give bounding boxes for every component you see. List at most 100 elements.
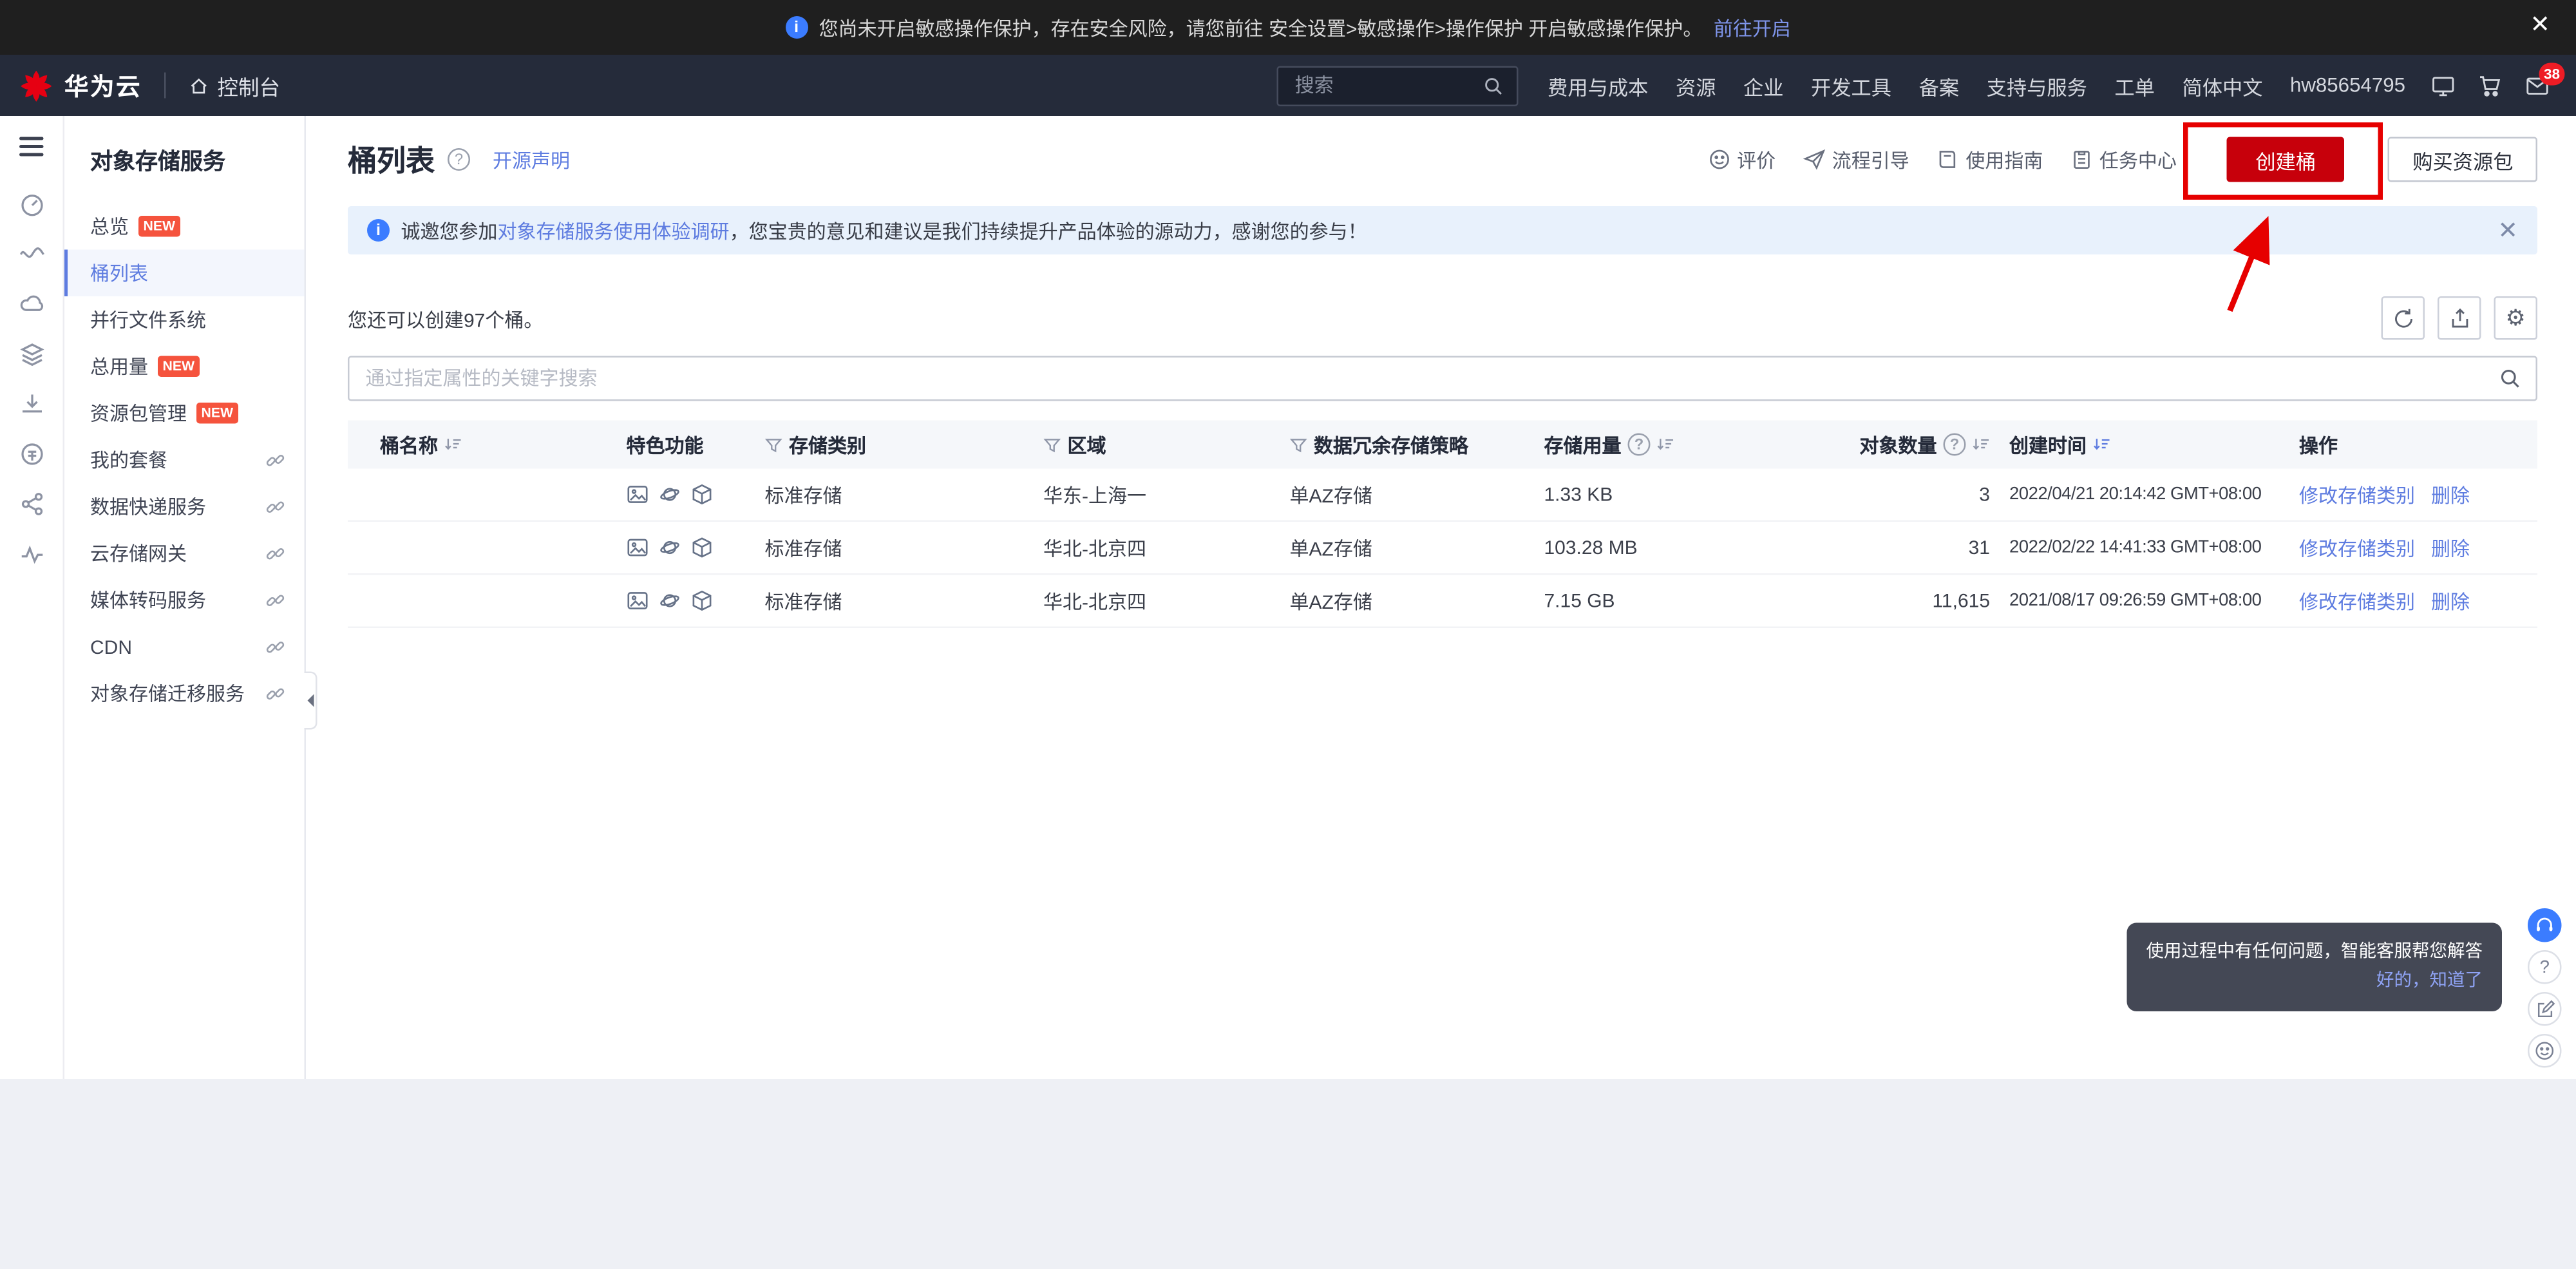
flow-guide-button[interactable]: 流程引导 <box>1803 146 1909 173</box>
satisfaction-button[interactable] <box>2528 1034 2562 1068</box>
help-float-button[interactable]: ? <box>2528 950 2562 984</box>
external-link-icon <box>266 544 285 563</box>
globe-feature-icon[interactable] <box>659 483 681 506</box>
banner-close-icon[interactable]: ✕ <box>2498 218 2518 243</box>
col-redundancy[interactable]: 数据冗余存储策略 <box>1289 431 1544 459</box>
col-region[interactable]: 区域 <box>1043 431 1290 459</box>
sidebar-item-package-mgmt[interactable]: 资源包管理 NEW <box>64 390 305 437</box>
delete-link[interactable]: 删除 <box>2431 537 2470 560</box>
nav-language[interactable]: 简体中文 <box>2182 70 2262 101</box>
feedback-button[interactable] <box>2528 992 2562 1026</box>
rail-dashboard-icon[interactable] <box>19 192 44 218</box>
col-storage-class[interactable]: 存储类别 <box>764 431 1044 459</box>
nav-ticket[interactable]: 工单 <box>2114 70 2155 101</box>
sidebar-item-media-transcode[interactable]: 媒体转码服务 <box>64 577 305 624</box>
sidebar-item-storage-gateway[interactable]: 云存储网关 <box>64 530 305 577</box>
sidebar-item-oms[interactable]: 对象存储迁移服务 <box>64 670 305 717</box>
user-guide-button[interactable]: 使用指南 <box>1937 146 2043 173</box>
rail-layers-icon[interactable] <box>19 341 44 367</box>
nav-enterprise[interactable]: 企业 <box>1743 70 1784 101</box>
export-button[interactable] <box>2438 296 2481 340</box>
filter-icon[interactable] <box>764 435 783 453</box>
nav-devtools[interactable]: 开发工具 <box>1811 70 1891 101</box>
sidebar-item-data-express[interactable]: 数据快递服务 <box>64 483 305 530</box>
help-icon[interactable]: ? <box>448 148 470 171</box>
image-feature-icon[interactable] <box>627 537 649 559</box>
search-icon[interactable] <box>2485 367 2536 390</box>
filter-search-input[interactable] <box>349 367 2485 390</box>
enable-protection-link[interactable]: 前往开启 <box>1714 14 1791 41</box>
global-search-input[interactable] <box>1291 72 1484 99</box>
image-feature-icon[interactable] <box>627 589 649 612</box>
nav-resources[interactable]: 资源 <box>1676 70 1716 101</box>
brand[interactable]: 华为云 <box>19 68 142 102</box>
rail-download-icon[interactable] <box>19 392 44 417</box>
delete-link[interactable]: 删除 <box>2431 590 2470 613</box>
sidebar-item-bucket-list[interactable]: 桶列表 <box>64 249 305 296</box>
sidebar-item-total-usage[interactable]: 总用量 NEW <box>64 343 305 390</box>
global-search[interactable] <box>1277 65 1519 106</box>
sort-icon[interactable] <box>1657 437 1675 453</box>
rail-billing-icon[interactable] <box>19 441 44 467</box>
sidebar-item-overview[interactable]: 总览 NEW <box>64 203 305 250</box>
modify-class-link[interactable]: 修改存储类别 <box>2299 537 2415 560</box>
filter-icon[interactable] <box>1289 435 1308 453</box>
rail-monitor-icon[interactable] <box>19 242 44 267</box>
box-feature-icon[interactable] <box>691 589 714 612</box>
assistant-confirm-link[interactable]: 好的，知道了 <box>2146 967 2483 997</box>
globe-feature-icon[interactable] <box>659 537 681 559</box>
help-icon[interactable]: ? <box>1627 433 1651 456</box>
refresh-button[interactable] <box>2381 296 2425 340</box>
object-count-cell: 31 <box>1968 536 1990 559</box>
user-account[interactable]: hw85654795 <box>2290 74 2405 97</box>
search-icon[interactable] <box>1483 75 1504 96</box>
menu-hamburger-icon[interactable] <box>19 137 44 157</box>
mail-icon[interactable]: 38 <box>2524 62 2565 98</box>
task-center-button[interactable]: 任务中心 <box>2070 146 2177 173</box>
box-feature-icon[interactable] <box>691 483 714 506</box>
sidebar-item-parallel-fs[interactable]: 并行文件系统 <box>64 296 305 343</box>
console-monitor-icon[interactable] <box>2431 73 2456 98</box>
modify-class-link[interactable]: 修改存储类别 <box>2299 590 2415 613</box>
console-link[interactable]: 控制台 <box>189 70 280 101</box>
redundancy-cell: 单AZ存储 <box>1289 590 1372 613</box>
sidebar-item-cdn[interactable]: CDN <box>64 624 305 671</box>
col-bucket-name[interactable]: 桶名称 <box>348 431 627 459</box>
col-created[interactable]: 创建时间 <box>2009 431 2299 459</box>
create-bucket-button[interactable]: 创建桶 <box>2226 137 2345 182</box>
banner-text: 诚邀您参加对象存储服务使用体验调研，您宝贵的意见和建议是我们持续提升产品体验的源… <box>401 220 1367 243</box>
col-object-count[interactable]: 对象数量 ? <box>1850 431 2010 459</box>
rail-share-icon[interactable] <box>19 491 44 517</box>
rail-analytics-icon[interactable] <box>19 541 44 567</box>
globe-feature-icon[interactable] <box>659 589 681 612</box>
opensource-link[interactable]: 开源声明 <box>493 146 570 173</box>
notice-close-icon[interactable]: ✕ <box>2530 13 2550 37</box>
created-cell: 2022/02/22 14:41:33 GMT+08:00 <box>2009 538 2262 557</box>
customer-service-button[interactable] <box>2528 908 2562 942</box>
row-actions: 修改存储类别 删除 <box>2299 481 2537 508</box>
rate-button[interactable]: 评价 <box>1708 146 1776 173</box>
sort-icon-active[interactable] <box>2093 437 2111 453</box>
sort-icon[interactable] <box>444 437 462 453</box>
delete-link[interactable]: 删除 <box>2431 484 2470 506</box>
modify-class-link[interactable]: 修改存储类别 <box>2299 484 2415 506</box>
col-usage[interactable]: 存储用量 ? <box>1544 431 1850 459</box>
settings-button[interactable]: ⚙ <box>2494 296 2537 340</box>
region-cell: 华东-上海一 <box>1043 484 1146 507</box>
box-feature-icon[interactable] <box>691 537 714 559</box>
filter-icon[interactable] <box>1043 435 1061 453</box>
cart-icon[interactable] <box>2478 73 2503 98</box>
help-icon[interactable]: ? <box>1943 433 1966 456</box>
image-feature-icon[interactable] <box>627 483 649 506</box>
nav-icp[interactable]: 备案 <box>1919 70 1960 101</box>
buy-package-button[interactable]: 购买资源包 <box>2388 137 2537 182</box>
rail-cloud-icon[interactable] <box>19 292 44 318</box>
survey-link[interactable]: 对象存储服务使用体验调研 <box>498 220 730 242</box>
nav-support[interactable]: 支持与服务 <box>1987 70 2087 101</box>
sidebar-item-my-plan[interactable]: 我的套餐 <box>64 437 305 484</box>
sidebar-collapse-handle[interactable] <box>304 671 317 730</box>
assistant-tooltip-text: 使用过程中有任何问题，智能客服帮您解答 <box>2146 941 2483 961</box>
smiley-icon <box>1709 149 1729 169</box>
nav-billing[interactable]: 费用与成本 <box>1548 70 1648 101</box>
sort-icon[interactable] <box>1973 437 1991 453</box>
